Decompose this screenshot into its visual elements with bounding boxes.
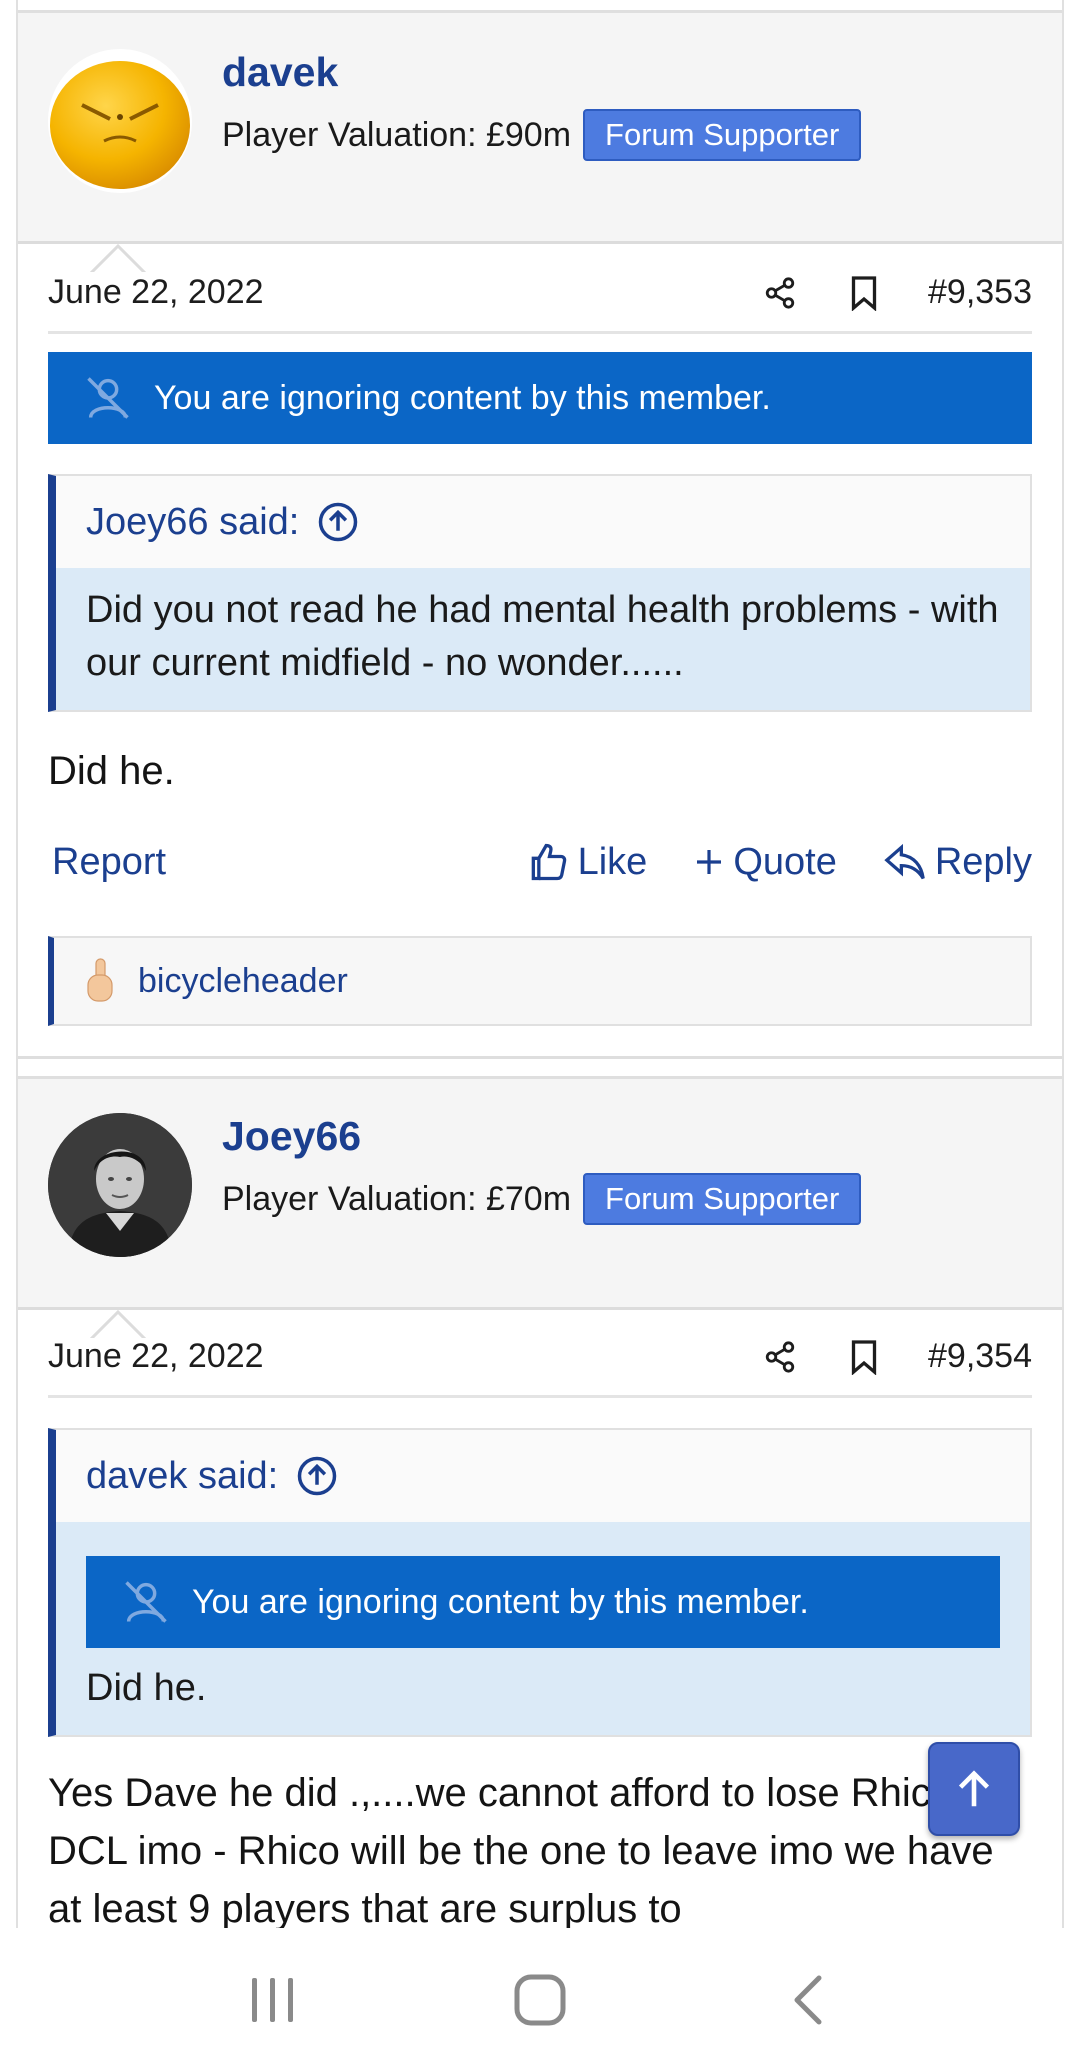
middle-finger-emoji-icon bbox=[87, 958, 113, 1002]
scroll-to-top-button[interactable] bbox=[928, 1742, 1020, 1836]
report-link[interactable]: Report bbox=[48, 841, 480, 884]
post-9353: davek Player Valuation: £90m Forum Suppo… bbox=[18, 10, 1062, 1026]
home-button[interactable] bbox=[500, 1960, 580, 2040]
post-user-header: davek Player Valuation: £90m Forum Suppo… bbox=[18, 10, 1062, 274]
quote-header[interactable]: Joey66 said: bbox=[56, 476, 1030, 568]
post-message: Yes Dave he did .,....we cannot afford t… bbox=[48, 1771, 994, 1928]
quote-author[interactable]: Joey66 said: bbox=[86, 501, 299, 544]
thumbs-up-icon bbox=[531, 843, 566, 881]
back-icon bbox=[794, 1975, 822, 2025]
post-meta-row: June 22, 2022 #9,354 bbox=[48, 1318, 1032, 1398]
forum-thread-viewport: davek Player Valuation: £90m Forum Suppo… bbox=[0, 0, 1080, 1928]
quote-text: Did you not read he had mental health pr… bbox=[56, 568, 1030, 710]
bookmark-icon[interactable] bbox=[844, 273, 884, 313]
recent-apps-button[interactable] bbox=[233, 1960, 313, 2040]
recent-apps-icon bbox=[252, 1978, 294, 2022]
quote-text: Did he. bbox=[86, 1667, 207, 1709]
forum-supporter-badge: Forum Supporter bbox=[583, 109, 862, 161]
left-rail bbox=[16, 0, 18, 1928]
quote-author[interactable]: davek said: bbox=[86, 1455, 278, 1498]
avatar[interactable] bbox=[48, 1113, 192, 1257]
muted-user-icon bbox=[78, 368, 138, 428]
username[interactable]: davek bbox=[222, 49, 338, 96]
username[interactable]: Joey66 bbox=[222, 1113, 361, 1160]
like-label: Like bbox=[577, 840, 648, 883]
quote-body: You are ignoring content by this member.… bbox=[56, 1522, 1030, 1735]
android-navigation-bar bbox=[0, 1928, 1080, 2072]
quote-block: Joey66 said: Did you not read he had men… bbox=[48, 474, 1032, 712]
post-date[interactable]: June 22, 2022 bbox=[48, 1337, 760, 1376]
post-number[interactable]: #9,353 bbox=[928, 273, 1032, 312]
share-icon[interactable] bbox=[760, 273, 800, 313]
like-button[interactable]: Like bbox=[526, 840, 648, 884]
quote-header[interactable]: davek said: bbox=[56, 1430, 1030, 1522]
quote-block: davek said: You are ignoring content by … bbox=[48, 1428, 1032, 1737]
arrow-up-icon bbox=[958, 1770, 990, 1807]
back-button[interactable] bbox=[767, 1960, 847, 2040]
post-separator bbox=[18, 1056, 1062, 1059]
player-valuation: Player Valuation: £90m Forum Supporter bbox=[222, 109, 862, 161]
reply-button[interactable]: Reply bbox=[883, 841, 1032, 884]
share-icon[interactable] bbox=[760, 1337, 800, 1377]
home-icon bbox=[514, 1974, 566, 2026]
jump-to-quote-icon[interactable] bbox=[296, 1455, 338, 1497]
ignored-notice-text: You are ignoring content by this member. bbox=[154, 378, 771, 417]
angry-orange-avatar-icon bbox=[48, 49, 192, 193]
reaction-user[interactable]: bicycleheader bbox=[138, 962, 348, 1001]
jump-to-quote-icon[interactable] bbox=[317, 501, 359, 543]
ignored-notice-text: You are ignoring content by this member. bbox=[192, 1582, 809, 1621]
valuation-text: Player Valuation: £90m bbox=[222, 115, 572, 154]
ignored-member-notice[interactable]: You are ignoring content by this member. bbox=[48, 352, 1032, 444]
avatar[interactable] bbox=[48, 49, 192, 193]
post-date[interactable]: June 22, 2022 bbox=[48, 273, 760, 312]
plus-icon bbox=[697, 850, 722, 874]
post-actions: Report Like Quote Reply bbox=[48, 832, 1032, 892]
right-rail bbox=[1062, 0, 1064, 1928]
post-number[interactable]: #9,354 bbox=[928, 1337, 1032, 1376]
reply-label: Reply bbox=[934, 840, 1032, 883]
muted-user-icon bbox=[116, 1572, 176, 1632]
reply-icon bbox=[884, 843, 925, 880]
post-message: Did he. bbox=[48, 749, 175, 793]
post-user-header: Joey66 Player Valuation: £70m Forum Supp… bbox=[18, 1076, 1062, 1340]
valuation-text: Player Valuation: £70m bbox=[222, 1179, 572, 1218]
post-meta-row: June 22, 2022 #9,353 bbox=[48, 254, 1032, 334]
quote-button[interactable]: Quote bbox=[693, 841, 837, 884]
ignored-member-notice[interactable]: You are ignoring content by this member. bbox=[86, 1556, 1000, 1648]
bookmark-icon[interactable] bbox=[844, 1337, 884, 1377]
reactions-bar[interactable]: bicycleheader bbox=[48, 936, 1032, 1026]
forum-supporter-badge: Forum Supporter bbox=[583, 1173, 862, 1225]
player-photo-avatar-icon bbox=[48, 1113, 192, 1257]
post-9354: Joey66 Player Valuation: £70m Forum Supp… bbox=[18, 1076, 1062, 1928]
quote-label: Quote bbox=[733, 840, 837, 883]
player-valuation: Player Valuation: £70m Forum Supporter bbox=[222, 1173, 862, 1225]
